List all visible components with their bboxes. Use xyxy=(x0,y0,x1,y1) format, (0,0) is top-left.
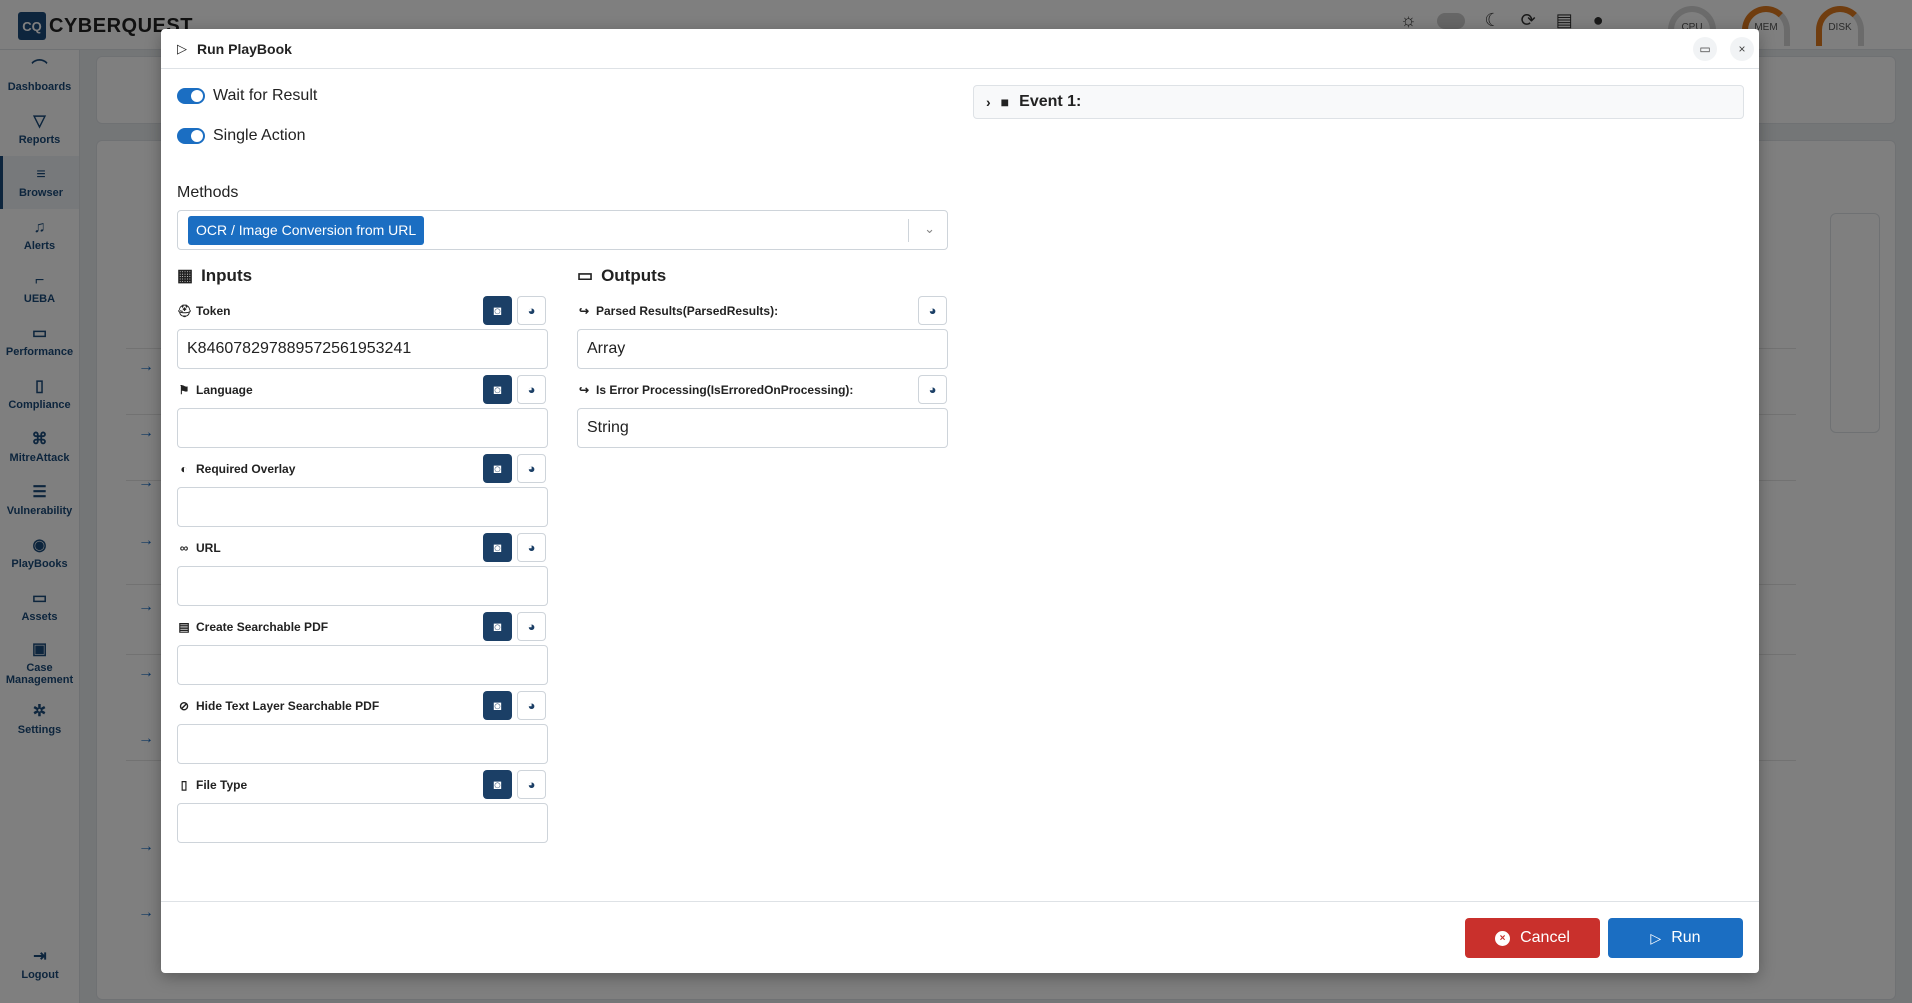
run-button[interactable]: ▷ Run xyxy=(1608,918,1743,958)
single-action-toggle[interactable]: Single Action xyxy=(177,127,306,145)
modal-footer: × Cancel ▷ Run xyxy=(161,901,1759,973)
variable-icon: ◕ xyxy=(527,461,536,476)
overlay-toggle-icon: ◐ xyxy=(180,462,188,476)
variable-button[interactable]: ◕ xyxy=(517,691,546,720)
hide-icon: ⊘ xyxy=(178,699,190,713)
capture-button[interactable]: ◙ xyxy=(483,770,512,799)
methods-label: Methods xyxy=(177,184,239,201)
capture-button[interactable]: ◙ xyxy=(483,454,512,483)
selected-method-tag[interactable]: OCR / Image Conversion from URL xyxy=(188,216,425,245)
token-icon: ⛑ xyxy=(177,304,193,318)
capture-button[interactable]: ◙ xyxy=(483,533,512,562)
variable-icon: ◕ xyxy=(527,619,536,634)
share-icon: ↪ xyxy=(578,304,590,318)
maximize-icon[interactable]: ▭ xyxy=(1693,37,1717,61)
close-icon[interactable]: × xyxy=(1730,37,1754,61)
camera-icon: ◙ xyxy=(493,777,502,792)
create-searchable-pdf-label: ▤ Create Searchable PDF xyxy=(178,620,329,634)
camera-icon: ◙ xyxy=(493,619,502,634)
variable-button[interactable]: ◕ xyxy=(517,454,546,483)
modal-title: Run PlayBook xyxy=(197,40,292,57)
url-input[interactable] xyxy=(177,566,548,606)
variable-icon: ◕ xyxy=(527,540,536,555)
create-searchable-pdf-input[interactable] xyxy=(177,645,548,685)
url-label: ∞ URL xyxy=(177,541,221,555)
link-icon: ∞ xyxy=(179,541,189,555)
wait-for-result-label: Wait for Result xyxy=(213,87,318,104)
required-overlay-input[interactable] xyxy=(177,487,548,527)
single-action-switch[interactable] xyxy=(177,128,205,144)
run-playbook-modal: ▷ Run PlayBook ▭ × Wait for Result Singl… xyxy=(161,29,1759,973)
file-icon: ▯ xyxy=(180,778,188,792)
share-icon: ↪ xyxy=(578,383,590,397)
variable-button[interactable]: ◕ xyxy=(918,296,947,325)
chevron-right-icon: › xyxy=(986,94,991,110)
capture-button[interactable]: ◙ xyxy=(483,691,512,720)
inputs-title: ▦ Inputs xyxy=(177,266,253,285)
hide-text-layer-label: ⊘ Hide Text Layer Searchable PDF xyxy=(178,699,380,713)
play-icon: ▷ xyxy=(177,40,187,56)
variable-button[interactable]: ◕ xyxy=(517,533,546,562)
camera-icon: ◙ xyxy=(493,382,502,397)
is-error-processing-label: ↪ Is Error Processing(IsErroredOnProcessi… xyxy=(578,383,854,397)
variable-button[interactable]: ◕ xyxy=(918,375,947,404)
select-divider xyxy=(908,219,909,242)
camera-icon: ◙ xyxy=(493,540,502,555)
keyboard-icon: ▦ xyxy=(177,266,194,285)
cancel-button[interactable]: × Cancel xyxy=(1465,918,1600,958)
monitor-icon: ▭ xyxy=(577,266,594,285)
flag-icon: ⚑ xyxy=(178,383,190,397)
capture-button[interactable]: ◙ xyxy=(483,296,512,325)
variable-icon: ◕ xyxy=(527,303,536,318)
camera-icon: ◙ xyxy=(493,303,502,318)
language-input[interactable] xyxy=(177,408,548,448)
variable-icon: ◕ xyxy=(527,777,536,792)
modal-header: ▷ Run PlayBook ▭ × xyxy=(161,29,1759,69)
capture-button[interactable]: ◙ xyxy=(483,375,512,404)
variable-button[interactable]: ◕ xyxy=(517,770,546,799)
variable-button[interactable]: ◕ xyxy=(517,296,546,325)
language-label: ⚑ Language xyxy=(178,383,253,397)
variable-icon: ◕ xyxy=(928,303,937,318)
parsed-results-output[interactable]: Array xyxy=(577,329,948,369)
file-type-label: ▯ File Type xyxy=(177,778,247,792)
camera-icon: ◙ xyxy=(493,461,502,476)
cancel-icon: × xyxy=(1495,930,1511,946)
folder-icon: ■ xyxy=(1000,94,1010,110)
parsed-results-label: ↪ Parsed Results(ParsedResults): xyxy=(578,304,779,318)
variable-icon: ◕ xyxy=(527,698,536,713)
event-accordion[interactable]: › ■ Event 1: xyxy=(973,85,1744,119)
variable-button[interactable]: ◕ xyxy=(517,612,546,641)
event-label: Event 1: xyxy=(1019,93,1082,110)
single-action-label: Single Action xyxy=(213,127,306,144)
play-icon: ▷ xyxy=(1650,929,1662,946)
hide-text-layer-input[interactable] xyxy=(177,724,548,764)
required-overlay-label: ◐ Required Overlay xyxy=(177,462,295,476)
capture-button[interactable]: ◙ xyxy=(483,612,512,641)
variable-button[interactable]: ◕ xyxy=(517,375,546,404)
chevron-down-icon[interactable]: ⌄ xyxy=(924,221,935,237)
outputs-title: ▭ Outputs xyxy=(577,266,667,285)
wait-for-result-toggle[interactable]: Wait for Result xyxy=(177,87,317,105)
variable-icon: ◕ xyxy=(527,382,536,397)
token-label: ⛑ Token xyxy=(177,304,231,318)
token-input[interactable]: K84607829788957256195​3241 xyxy=(177,329,548,369)
camera-icon: ◙ xyxy=(493,698,502,713)
methods-select[interactable]: OCR / Image Conversion from URL ⌄ xyxy=(177,210,948,250)
variable-icon: ◕ xyxy=(928,382,937,397)
pdf-icon: ▤ xyxy=(178,620,190,634)
is-error-processing-output[interactable]: String xyxy=(577,408,948,448)
file-type-input[interactable] xyxy=(177,803,548,843)
wait-for-result-switch[interactable] xyxy=(177,88,205,104)
